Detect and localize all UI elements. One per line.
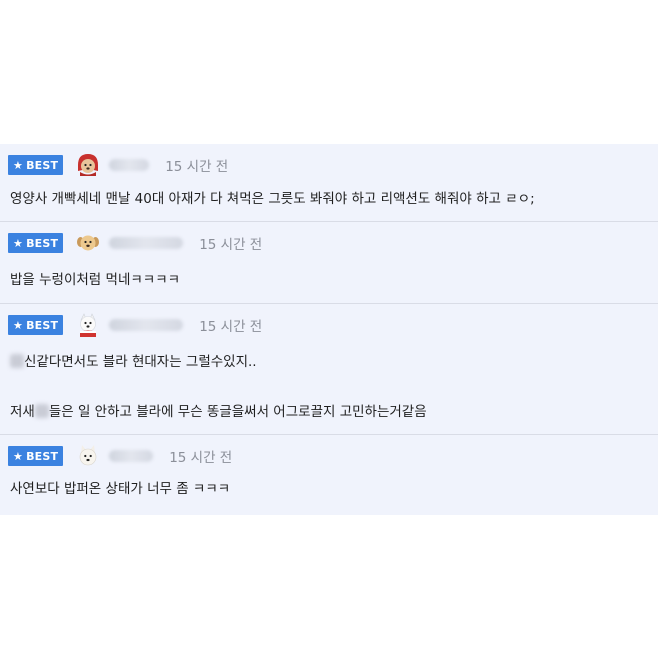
best-badge-label: BEST bbox=[26, 158, 59, 172]
comment-text: 밥을 누렁이처럼 먹네ㅋㅋㅋㅋ bbox=[10, 272, 181, 288]
star-icon: ★ bbox=[13, 449, 24, 463]
best-badge: ★ BEST bbox=[8, 233, 64, 253]
comment-header: ★ BEST 15 시간 전 bbox=[8, 313, 262, 337]
comment-text-segment: 들은 일 안하고 블라에 무슨 똥글을써서 어그로끌지 고민하는거같음 bbox=[48, 404, 427, 420]
star-icon: ★ bbox=[13, 158, 24, 172]
best-badge: ★ BEST bbox=[8, 315, 64, 335]
comment-time: 15 시간 전 bbox=[169, 450, 233, 466]
best-badge-label: BEST bbox=[26, 318, 59, 332]
comment-item: ★ BEST 15 시간 전 사연보다 밥퍼온 상태가 너무 좀 ㅋㅋㅋ bbox=[0, 435, 658, 515]
blurred-nickname[interactable] bbox=[109, 319, 184, 331]
blurred-nickname[interactable] bbox=[109, 450, 154, 462]
comment-time: 15 시간 전 bbox=[199, 237, 263, 253]
comment-text-segment: 신같다면서도 블라 현대자는 그럴수있지.. bbox=[24, 354, 257, 370]
puppy-icon[interactable] bbox=[73, 229, 103, 257]
white-dog-santa-icon[interactable] bbox=[73, 311, 103, 339]
comment-text-line-2: 저새 들은 일 안하고 블라에 무슨 똥글을써서 어그로끌지 고민하는거같음 bbox=[10, 400, 427, 420]
comment-item: ★ BEST 15 시간 전 신같다면서도 블라 현대자는 그럴수있지.. 저새… bbox=[0, 304, 658, 435]
comment-text-line-1: 신같다면서도 블라 현대자는 그럴수있지.. bbox=[10, 350, 257, 370]
comment-header: ★ BEST 15 시간 전 bbox=[8, 231, 262, 255]
comment-item: ★ BEST 15 시간 전 영양사 개빡세네 맨날 40대 아재가 다 쳐먹은… bbox=[0, 144, 658, 222]
comment-text: 사연보다 밥퍼온 상태가 너무 좀 ㅋㅋㅋ bbox=[10, 481, 231, 497]
best-badge-label: BEST bbox=[26, 236, 59, 250]
censored-character bbox=[34, 404, 49, 418]
star-icon: ★ bbox=[13, 318, 24, 332]
comment-text-segment: 저새 bbox=[10, 404, 35, 420]
comment-header: ★ BEST 15 시간 전 bbox=[8, 153, 228, 177]
comment-header: ★ BEST 15 시간 전 bbox=[8, 444, 232, 468]
best-badge: ★ BEST bbox=[8, 155, 64, 175]
red-hooded-puppy-icon[interactable] bbox=[73, 151, 103, 179]
star-icon: ★ bbox=[13, 236, 24, 250]
blurred-nickname[interactable] bbox=[109, 159, 150, 171]
censored-character bbox=[10, 354, 24, 368]
comment-text: 영양사 개빡세네 맨날 40대 아재가 다 쳐먹은 그릇도 봐줘야 하고 리액션… bbox=[10, 191, 535, 207]
best-badge-label: BEST bbox=[26, 449, 59, 463]
comment-item: ★ BEST 15 시간 전 밥을 누렁이처럼 먹네ㅋㅋㅋㅋ bbox=[0, 222, 658, 304]
blurred-nickname[interactable] bbox=[109, 237, 184, 249]
best-badge: ★ BEST bbox=[8, 446, 64, 466]
white-fluffy-dog-icon[interactable] bbox=[73, 442, 103, 470]
comment-time: 15 시간 전 bbox=[165, 159, 229, 175]
comment-time: 15 시간 전 bbox=[199, 319, 263, 335]
comment-list: ★ BEST 15 시간 전 영양사 개빡세네 맨날 40대 아재가 다 쳐먹은… bbox=[0, 144, 658, 515]
